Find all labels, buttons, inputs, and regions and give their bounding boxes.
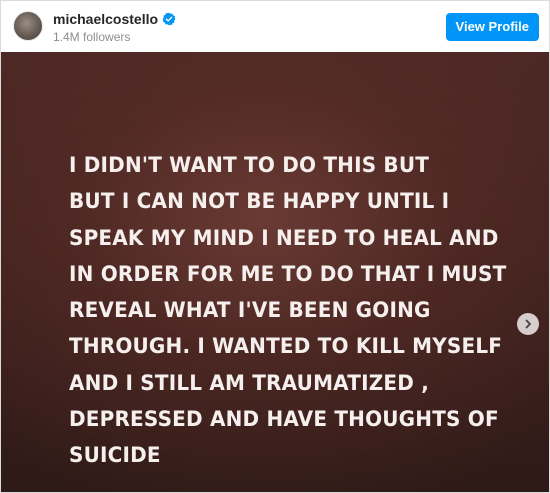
verified-badge-icon <box>162 12 176 26</box>
post-header: michaelcostello 1.4M followers View Prof… <box>1 1 549 52</box>
next-slide-button[interactable] <box>517 313 539 335</box>
follower-count: 1.4M followers <box>53 30 131 44</box>
username[interactable]: michaelcostello <box>53 11 158 27</box>
post-image-text: I DIDN'T WANT TO DO THIS BUT BUT I CAN N… <box>69 153 507 469</box>
username-row: michaelcostello <box>53 11 176 27</box>
user-info: michaelcostello 1.4M followers <box>53 11 176 44</box>
avatar[interactable] <box>13 11 43 41</box>
instagram-embed: michaelcostello 1.4M followers View Prof… <box>0 0 550 493</box>
view-profile-button[interactable]: View Profile <box>445 13 539 41</box>
chevron-right-icon <box>525 319 531 329</box>
post-image[interactable]: I DIDN'T WANT TO DO THIS BUT BUT I CAN N… <box>1 52 549 492</box>
